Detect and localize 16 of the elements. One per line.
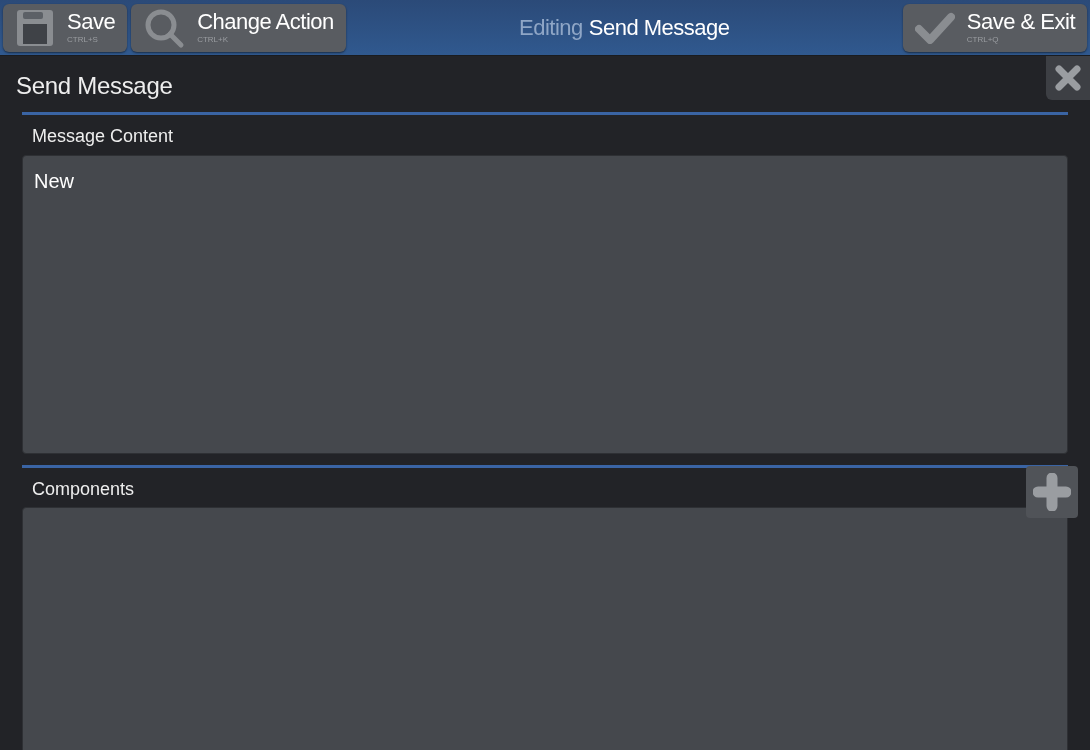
- section-label: Message Content: [32, 125, 174, 148]
- button-label: Change Action: [197, 11, 334, 33]
- change-action-button[interactable]: Change Action CTRL+K: [131, 3, 346, 52]
- plus-icon: [1033, 473, 1071, 511]
- button-label: Save: [67, 11, 116, 33]
- button-label: Save & Exit: [966, 11, 1075, 33]
- close-button[interactable]: [1046, 56, 1090, 100]
- shortcut-hint: CTRL+K: [197, 36, 229, 44]
- editing-label: Editing: [519, 14, 583, 42]
- add-button[interactable]: [1026, 466, 1078, 518]
- section-label: Components: [32, 478, 135, 501]
- close-icon: [1055, 65, 1081, 91]
- editing-title: Send Message: [588, 14, 730, 42]
- checkmark-icon: [914, 11, 955, 44]
- message-content-field[interactable]: New: [22, 155, 1068, 454]
- editor-title: Send Message: [16, 71, 173, 101]
